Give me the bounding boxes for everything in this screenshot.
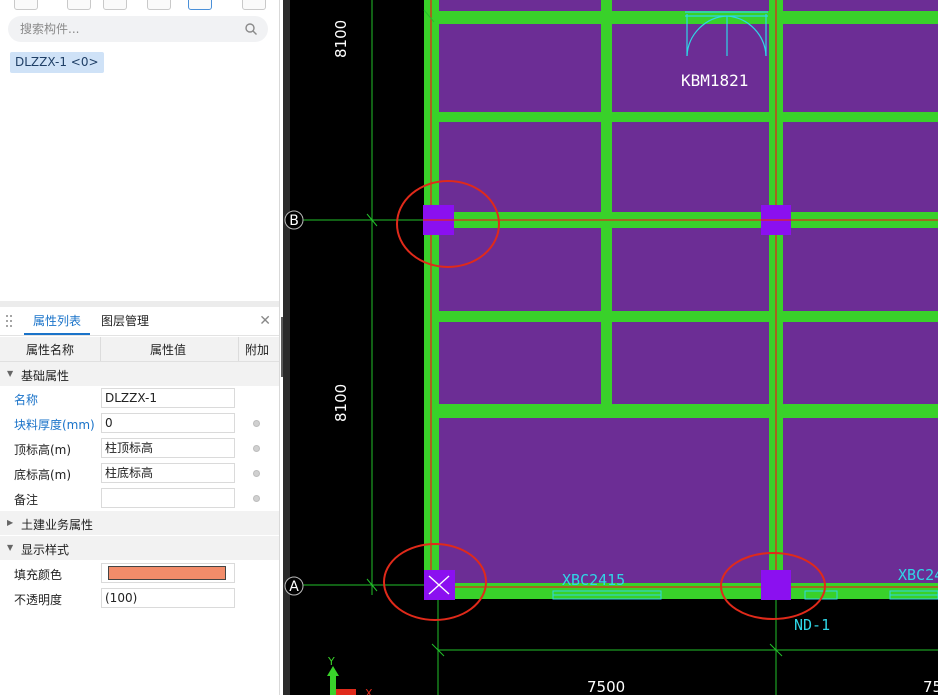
door-label: KBM1821 bbox=[681, 71, 748, 90]
column-divider bbox=[100, 337, 101, 361]
property-grid-header: 属性名称 属性值 附加 bbox=[0, 337, 279, 362]
property-label: 名称 bbox=[14, 393, 39, 407]
nd-label: ND-1 bbox=[794, 616, 830, 634]
column-header-value: 属性值 bbox=[150, 343, 187, 357]
toolbar-button-5[interactable] bbox=[188, 0, 212, 10]
dimension-text-top: 8100 bbox=[332, 20, 350, 58]
property-label: 不透明度 bbox=[14, 593, 63, 607]
component-item-dlzzx-1[interactable]: DLZZX-1 <0> bbox=[10, 52, 104, 73]
search-input[interactable] bbox=[8, 16, 245, 42]
search-icon[interactable] bbox=[244, 22, 258, 36]
ucs-x-label: X bbox=[365, 687, 373, 695]
ucs-icon: Y X bbox=[327, 655, 373, 695]
property-row-remark: 备注 bbox=[0, 486, 279, 511]
toolbar-button-1[interactable] bbox=[14, 0, 38, 10]
group-label: 土建业务属性 bbox=[21, 518, 94, 532]
property-label: 顶标高(m) bbox=[14, 443, 72, 457]
group-civil-properties[interactable]: ▶ 土建业务属性 bbox=[0, 511, 279, 535]
property-label: 备注 bbox=[14, 493, 39, 507]
color-swatch bbox=[108, 566, 226, 580]
expand-triangle-icon[interactable]: ▼ bbox=[7, 369, 13, 378]
property-row-top-elevation: 顶标高(m) 柱顶标高 bbox=[0, 436, 279, 461]
column-a2[interactable] bbox=[761, 570, 791, 600]
column-divider bbox=[238, 337, 239, 361]
column-header-extra: 附加 bbox=[245, 343, 270, 357]
property-row-opacity: 不透明度 (100) bbox=[0, 586, 279, 611]
toolbar-button-4[interactable] bbox=[147, 0, 171, 10]
property-row-name: 名称 DLZZX-1 bbox=[0, 386, 279, 411]
fill-color-picker[interactable] bbox=[101, 563, 235, 583]
tab-layer-management[interactable]: 图层管理 bbox=[101, 307, 149, 335]
property-label: 底标高(m) bbox=[14, 468, 72, 482]
dimension-text-bottom-right: 75 bbox=[923, 678, 938, 695]
property-value-input[interactable]: DLZZX-1 bbox=[101, 388, 235, 408]
floor-plan-drawing[interactable]: B A 8100 8100 7500 75 KBM1821 XBC2415 XB… bbox=[283, 0, 938, 695]
collapse-triangle-icon[interactable]: ▶ bbox=[7, 518, 13, 527]
property-value-input[interactable]: 0 bbox=[101, 413, 235, 433]
ucs-y-label: Y bbox=[327, 655, 335, 668]
property-label: 填充颜色 bbox=[14, 568, 63, 582]
property-row-bottom-elevation: 底标高(m) 柱底标高 bbox=[0, 461, 279, 486]
toolbar-button-3[interactable] bbox=[103, 0, 127, 10]
group-label: 显示样式 bbox=[21, 543, 70, 557]
attach-checkbox[interactable] bbox=[253, 420, 260, 427]
attach-checkbox[interactable] bbox=[253, 470, 260, 477]
group-display-style[interactable]: ▼ 显示样式 bbox=[0, 536, 279, 560]
tab-property-list[interactable]: 属性列表 bbox=[24, 307, 90, 335]
column-header-name: 属性名称 bbox=[26, 343, 75, 357]
dimension-text-mid: 8100 bbox=[332, 384, 350, 422]
component-toolbar bbox=[0, 0, 279, 10]
property-row-thickness: 块料厚度(mm) 0 bbox=[0, 411, 279, 436]
attach-checkbox[interactable] bbox=[253, 445, 260, 452]
axis-label-a: A bbox=[289, 579, 299, 595]
group-basic-properties[interactable]: ▼ 基础属性 bbox=[0, 362, 279, 386]
property-label: 块料厚度(mm) bbox=[14, 418, 95, 432]
toolbar-button-6[interactable] bbox=[242, 0, 266, 10]
component-item-label: DLZZX-1 <0> bbox=[15, 55, 99, 69]
drag-grip-icon[interactable] bbox=[5, 314, 13, 328]
left-panel: DLZZX-1 <0> 属性列表 图层管理 ✕ 属性名称 属性值 附加 ▼ 基础… bbox=[0, 0, 280, 695]
property-value-input[interactable]: 柱底标高 bbox=[101, 463, 235, 483]
close-icon[interactable]: ✕ bbox=[259, 313, 271, 329]
toolbar-button-2[interactable] bbox=[67, 0, 91, 10]
axis-label-b: B bbox=[289, 213, 299, 229]
window-label-2: XBC24 bbox=[898, 566, 938, 584]
component-search bbox=[8, 16, 268, 42]
property-value-input[interactable]: (100) bbox=[101, 588, 235, 608]
cad-drawing-canvas[interactable]: B A 8100 8100 7500 75 KBM1821 XBC2415 XB… bbox=[283, 0, 938, 695]
property-value-input[interactable] bbox=[101, 488, 235, 508]
property-panel-tabs: 属性列表 图层管理 ✕ bbox=[0, 307, 279, 336]
dimension-text-bottom: 7500 bbox=[587, 678, 625, 695]
window-label-1: XBC2415 bbox=[562, 571, 625, 589]
property-value-input[interactable]: 柱顶标高 bbox=[101, 438, 235, 458]
group-label: 基础属性 bbox=[21, 369, 70, 383]
property-row-fill-color: 填充颜色 bbox=[0, 561, 279, 586]
attach-checkbox[interactable] bbox=[253, 495, 260, 502]
expand-triangle-icon[interactable]: ▼ bbox=[7, 543, 13, 552]
